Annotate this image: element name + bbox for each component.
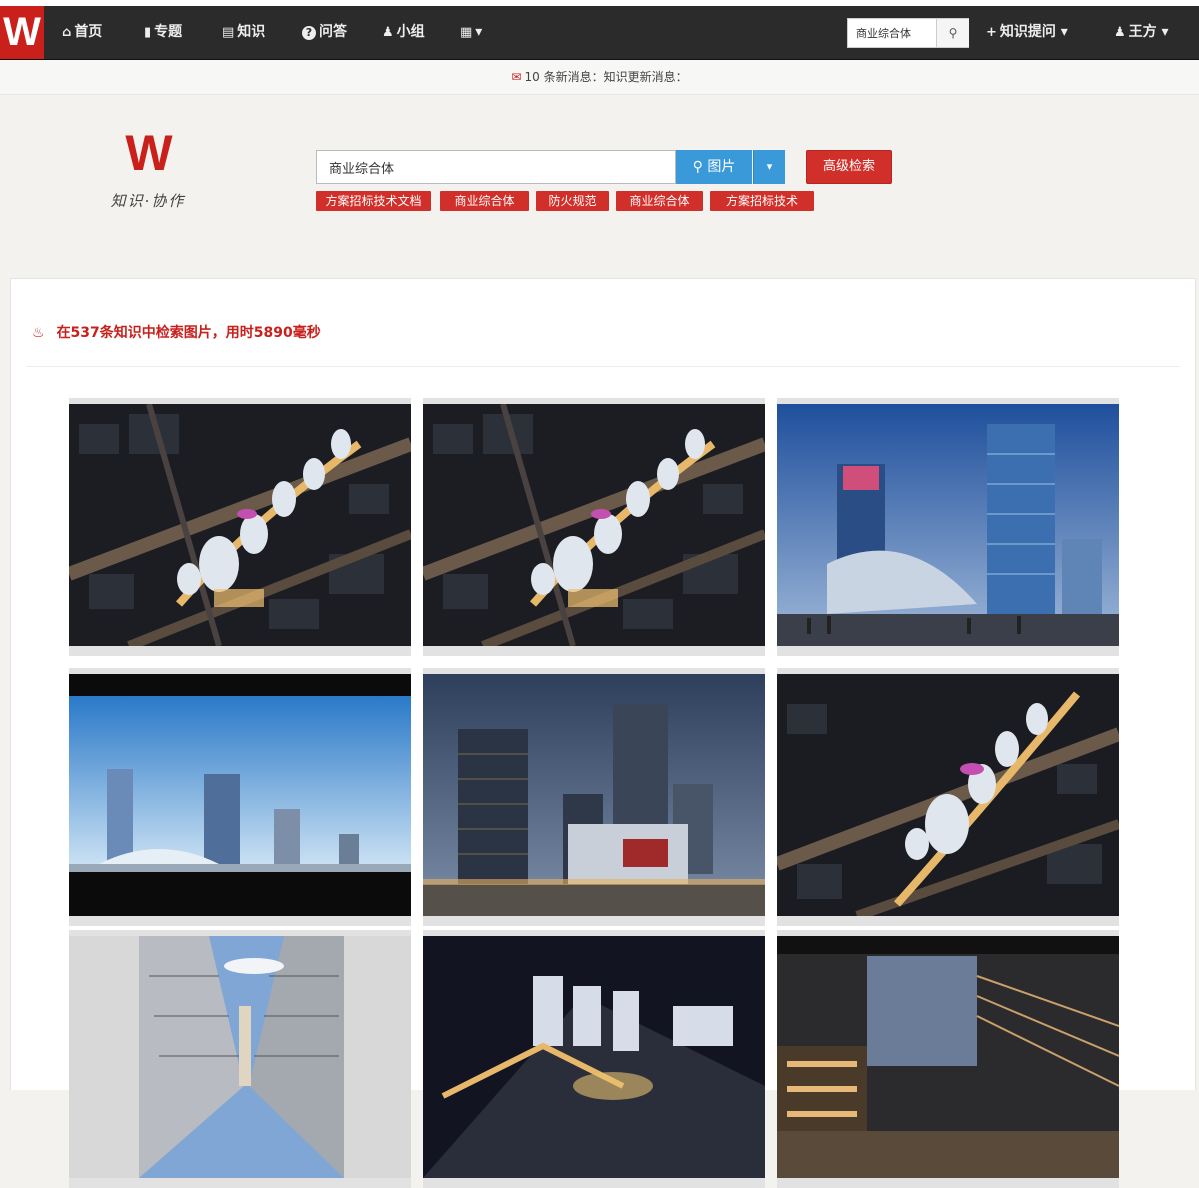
message-text[interactable]: 10 条新消息：知识更新消息： [524,70,687,84]
result-image[interactable] [423,668,765,926]
home-icon: ⌂ [62,25,72,40]
tower-evening-render [423,674,765,916]
top-navbar: W ⌂首页 ▮专题 ▤知识 ?问答 ♟小组 ▦▾ ⚲ +知识提问 ▾ ♟王方 ▾ [0,6,1199,60]
result-image[interactable] [69,398,411,656]
grid-menu-icon: ▦ [460,25,473,40]
search-icon: ⚲ [692,159,708,175]
nav-home-label: 首页 [74,24,103,40]
divider [26,366,1180,367]
search-tag[interactable]: 商业综合体 [616,191,703,211]
site-logo-mark: W [125,125,173,181]
nav-apps-menu[interactable]: ▦ ▾ [460,6,482,59]
nav-qa[interactable]: ? 问答 [302,6,347,59]
aerial-night-render [423,936,765,1178]
skyline-blue-render [69,674,411,916]
aerial-night-render [777,674,1119,916]
chevron-down-icon: ▾ [766,160,773,173]
advanced-search-button[interactable]: 高级检索 [806,150,892,184]
user-icon: ♟ [1114,25,1126,40]
envelope-icon: ✉ [511,70,522,84]
nav-knowledge-label: 知识 [237,24,266,40]
result-image[interactable] [69,930,411,1188]
plus-icon: + [986,25,997,40]
result-summary-text: 在537条知识中检索图片，用时5890毫秒 [56,325,321,341]
nav-user-label: 王方 ▾ [1128,24,1169,40]
image-search-label: 图片 [707,159,736,175]
search-type-dropdown[interactable]: ▾ [753,150,785,184]
nav-qa-label: 问答 [319,24,347,40]
message-bar: ✉ 10 条新消息：知识更新消息： [0,60,1199,95]
nav-knowledge[interactable]: ▤ 知识 [222,6,265,59]
nav-apps-caret: ▾ [475,24,483,40]
nav-search-input[interactable] [848,19,936,47]
search-tag[interactable]: 方案招标技术 [710,191,814,211]
nav-search-button[interactable]: ⚲ [936,19,969,47]
site-logo-tagline: 知识·协作 [110,192,186,210]
group-icon: ♟ [382,25,394,40]
towers-dusk-render [777,404,1119,646]
nav-user-menu[interactable]: ♟ 王方 ▾ [1114,6,1169,59]
result-image[interactable] [423,930,765,1188]
result-image[interactable] [777,930,1119,1188]
twisted-tower-render [69,936,411,1178]
book-icon: ▤ [222,25,235,40]
main-search-input[interactable] [317,151,675,183]
search-tag[interactable]: 防火规范 [536,191,609,211]
search-tag[interactable]: 商业综合体 [440,191,529,211]
result-image[interactable] [777,668,1119,926]
nav-groups[interactable]: ♟ 小组 [382,6,425,59]
bookmark-icon: ▮ [144,25,152,40]
search-icon: ⚲ [948,26,958,40]
nav-add-menu[interactable]: + 知识提问 ▾ [986,6,1068,59]
result-image[interactable] [69,668,411,926]
nav-search-box: ⚲ [847,18,969,48]
nav-home[interactable]: ⌂ 首页 [62,6,102,59]
nav-topics-label: 专题 [154,24,183,40]
result-image[interactable] [777,398,1119,656]
question-icon: ? [302,26,316,40]
result-summary: ♨ 在537条知识中检索图片，用时5890毫秒 [32,322,321,344]
aerial-night-render [69,404,411,646]
brand-logo[interactable]: W [0,6,44,59]
result-image[interactable] [423,398,765,656]
nav-topics[interactable]: ▮ 专题 [144,6,182,59]
image-search-button[interactable]: ⚲ 图片 [676,150,752,184]
nav-groups-label: 小组 [396,24,425,40]
aerial-night-render [423,404,765,646]
main-search-box [316,150,676,184]
fire-icon: ♨ [32,325,45,341]
search-tag[interactable]: 方案招标技术文档 [316,191,431,211]
nav-add-label: 知识提问 ▾ [999,24,1068,40]
mall-interior-render [777,936,1119,1178]
